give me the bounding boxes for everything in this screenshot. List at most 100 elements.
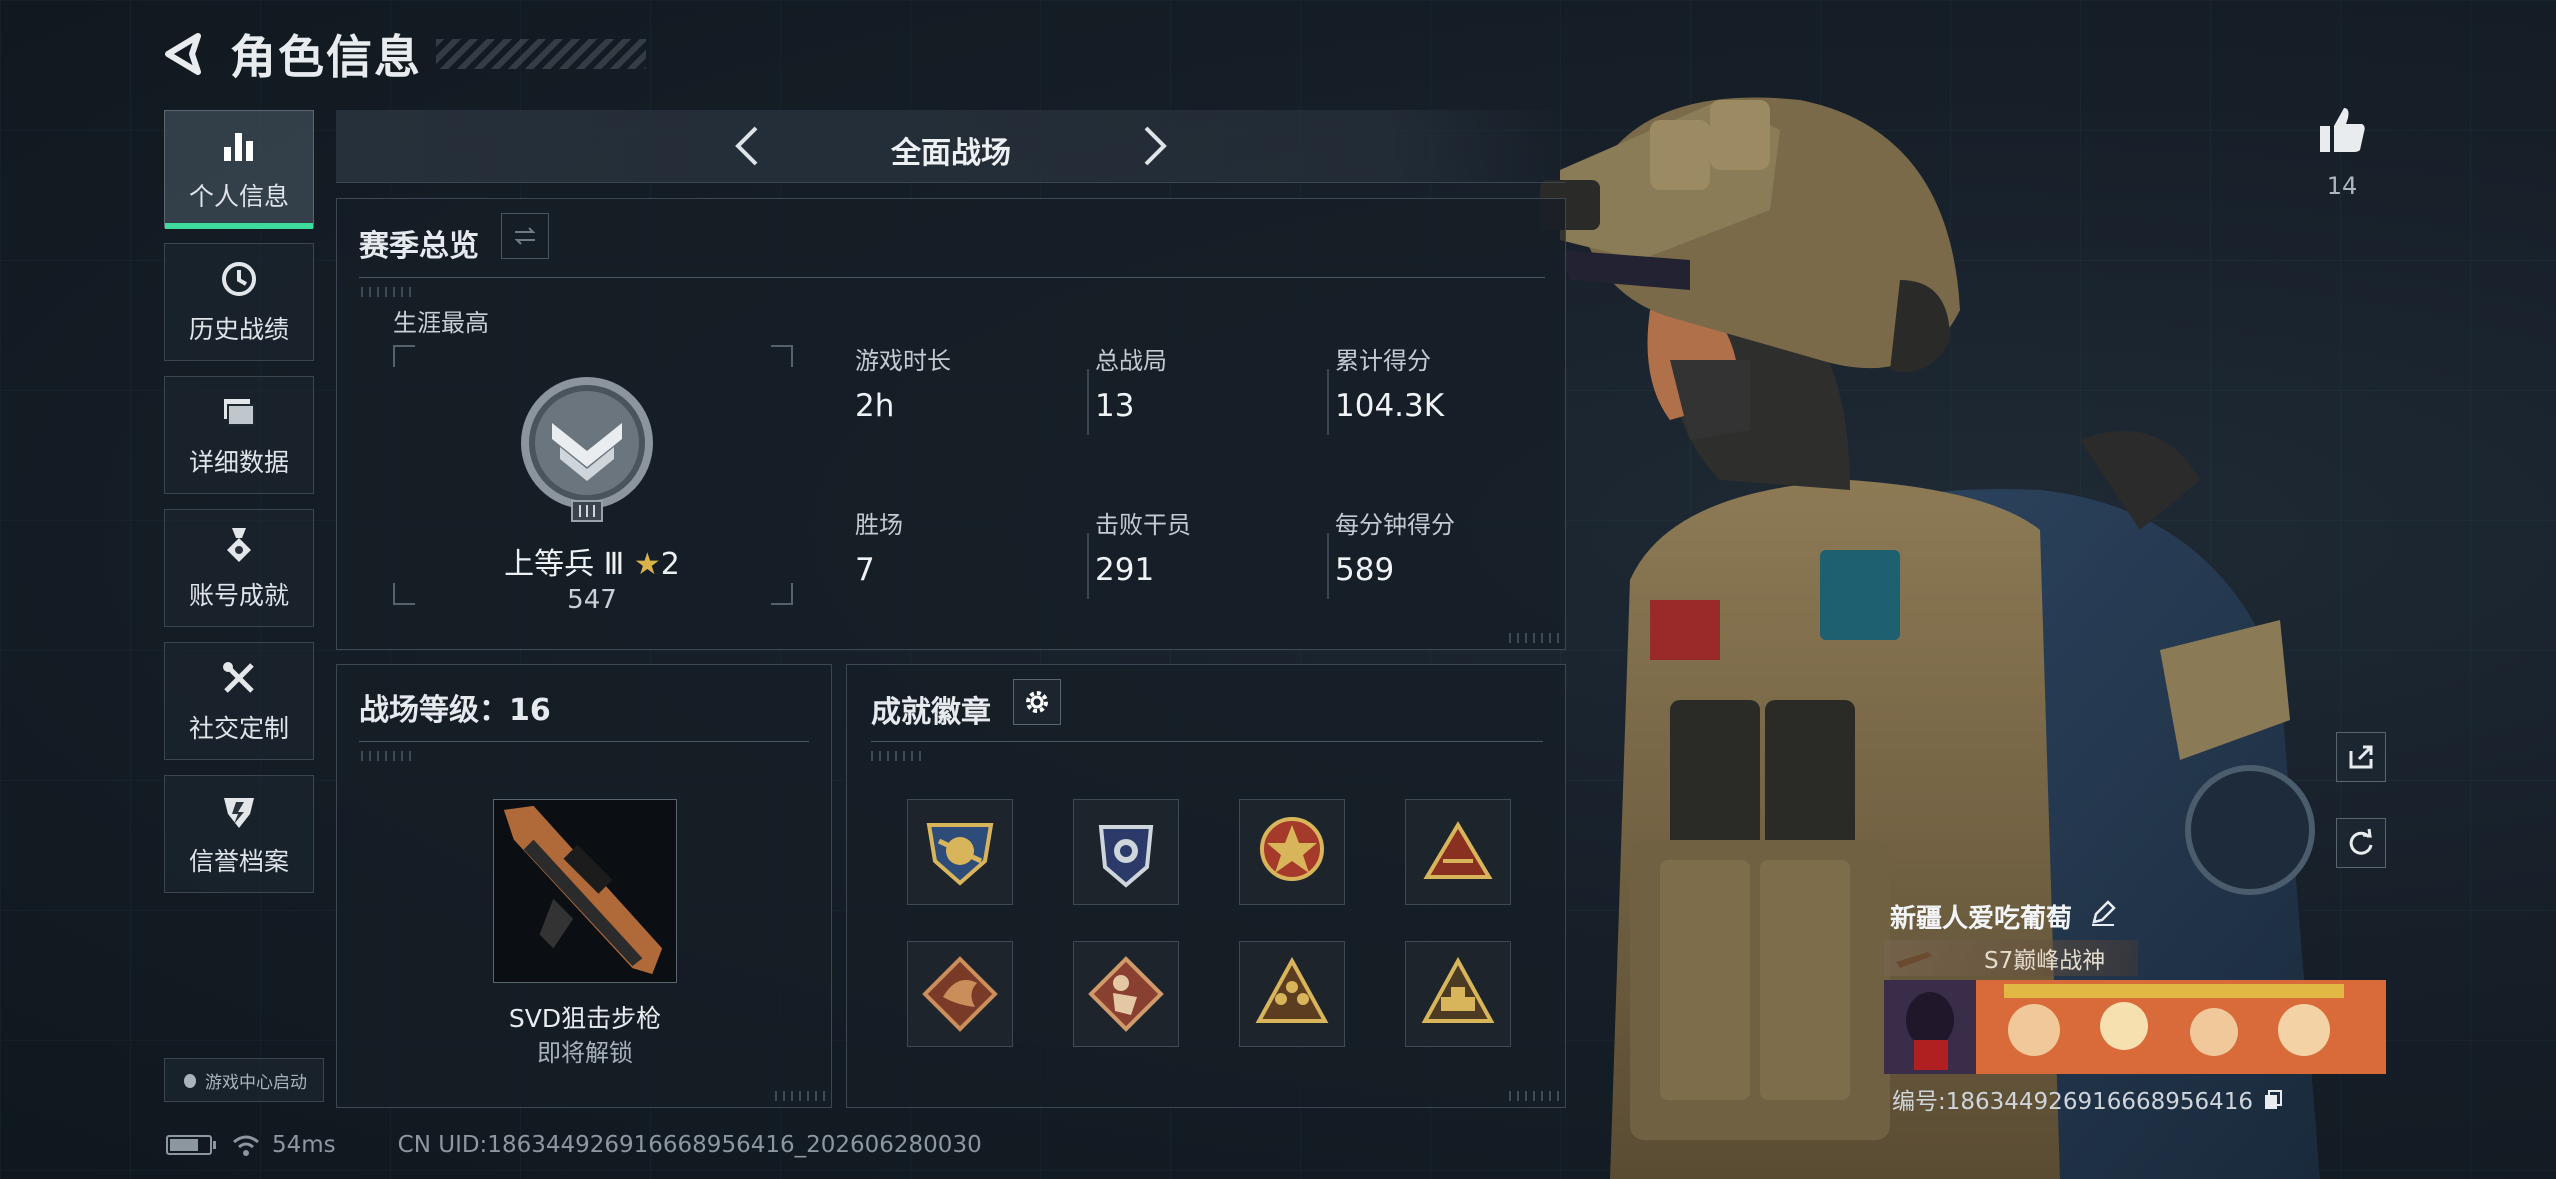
penguin-icon [184,1074,196,1088]
title-decoration [436,39,646,69]
like-count: 14 [2326,172,2358,200]
star-icon: ★ [633,547,661,582]
shield-badge-icon [926,823,994,886]
achievement-badges-title: 成就徽章 [871,695,991,730]
decoration [775,1091,825,1101]
divider [871,741,1543,742]
next-mode-arrow-icon[interactable] [1130,122,1178,170]
stat-label: 游戏时长 [855,347,951,375]
folder-stack-icon [224,399,255,426]
header: 角色信息 [160,22,646,86]
edit-pencil-icon[interactable] [2088,898,2118,928]
badge-tank[interactable] [1405,941,1511,1047]
badge-settings-button[interactable] [1013,679,1061,725]
sidebar-item-label: 详细数据 [188,448,289,477]
decoration [1509,633,1559,643]
thumbs-up-icon[interactable] [2316,104,2368,156]
sidebar-item-credit-record[interactable]: 信誉档案 [164,775,314,893]
mode-selector: 全面战场 [336,110,1566,183]
badge-star[interactable] [1239,799,1345,905]
battlefield-level-panel: 战场等级：16 SVD狙击步枪 即将解锁 [336,664,832,1108]
gear-icon [1026,691,1048,713]
stat-label: 累计得分 [1335,347,1431,375]
weapon-name: SVD狙击步枪 [508,1004,662,1033]
decoration [361,751,411,761]
sidebar-item-history[interactable]: 历史战绩 [164,243,314,361]
status-footer: 54ms CN UID:18634492691666895641​6_20260… [166,1128,982,1162]
stat-total-score: 累计得分 104.3K [1335,341,1444,424]
divider [1327,533,1329,599]
decoration [871,751,921,761]
frame-corner [771,583,793,605]
battery-icon [166,1135,216,1155]
achievement-badges-panel: 成就徽章 [846,664,1566,1108]
player-title-text: S7巅峰战神 [1984,948,2106,974]
ping-value: 54ms [272,1132,336,1158]
divider [1087,369,1089,435]
game-center-launch-button[interactable]: 游戏中心启动 [164,1058,324,1102]
badge-police[interactable] [1073,799,1179,905]
star-badge-icon [1260,817,1324,881]
stat-value: 7 [855,552,875,588]
frame-corner [771,345,793,367]
back-arrow-icon[interactable] [160,30,208,78]
dragon-badge-icon [922,956,998,1032]
stat-label: 胜场 [855,511,903,539]
bar-chart-icon [224,133,253,161]
rank-emblem-icon [521,377,653,522]
frame-corner [393,583,415,605]
badge-triangle[interactable] [1405,799,1511,905]
rank-stars: 2 [660,547,680,582]
sidebar-item-personal-info[interactable]: 个人信息 [164,110,314,229]
player-title-tag[interactable]: S7巅峰战神 [1884,940,2138,976]
sidebar-item-label: 信誉档案 [188,847,289,876]
stat-label: 击败干员 [1095,511,1191,539]
soldier-badge-icon [1088,956,1164,1032]
wifi-icon [233,1135,259,1156]
stat-label: 每分钟得分 [1335,511,1455,539]
rifle-tag-icon [1896,952,1932,968]
shield-emblem-icon [224,798,254,828]
stat-value: 2h [855,388,895,424]
divider [359,741,809,742]
player-banner-image[interactable] [1884,980,2386,1074]
sidebar: 个人信息 历史战绩 详细数据 账号成就 社交定制 信誉档案 [164,110,316,908]
stat-total-matches: 总战局 13 [1095,341,1167,424]
swap-button[interactable] [501,213,549,259]
copy-icon[interactable] [2261,1087,2285,1111]
divider [1327,369,1329,435]
history-clock-icon [222,262,256,296]
achievement-medal-icon [227,528,251,562]
refresh-icon [2349,828,2373,855]
sidebar-item-achievements[interactable]: 账号成就 [164,509,314,627]
battlefield-level-title: 战场等级：16 [359,693,551,728]
uid-text: CN UID:18634492691666895641​6_2026062800… [397,1132,982,1158]
weapon-unlock-status: 即将解锁 [537,1039,633,1067]
badge-dragon[interactable] [907,941,1013,1047]
sidebar-item-label: 个人信息 [188,182,289,211]
police-badge-icon [1098,825,1154,888]
rank-name-line: 上等兵 Ⅲ ★2 [487,539,697,583]
career-best-label: 生涯最高 [393,309,489,337]
sidebar-item-detailed-data[interactable]: 详细数据 [164,376,314,494]
badge-shield[interactable] [907,799,1013,905]
badge-squad[interactable] [1239,941,1345,1047]
player-name: 新疆人爱吃葡萄 [1890,904,2073,934]
sidebar-item-label: 社交定制 [188,714,289,743]
tank-badge-icon [1421,956,1495,1023]
stat-wins: 胜场 7 [855,505,903,588]
player-id: 编号:186344926916668956416 [1892,1089,2254,1115]
stat-value: 13 [1095,388,1135,424]
badge-soldier[interactable] [1073,941,1179,1047]
refresh-button[interactable] [2336,818,2386,868]
triangle-badge-icon [1423,821,1493,879]
stat-score-per-minute: 每分钟得分 589 [1335,505,1455,588]
sidebar-item-social-custom[interactable]: 社交定制 [164,642,314,760]
rank-score: 547 [567,585,617,615]
player-card: 新疆人爱吃葡萄 S7巅峰战神 编号:186344926916668956416 [1884,898,2386,1118]
stat-value: 104.3K [1335,388,1445,424]
share-button[interactable] [2336,732,2386,782]
swap-arrows-icon [514,227,536,245]
weapon-unlock-card[interactable] [493,799,677,983]
mode-title: 全面战场 [891,136,1011,171]
